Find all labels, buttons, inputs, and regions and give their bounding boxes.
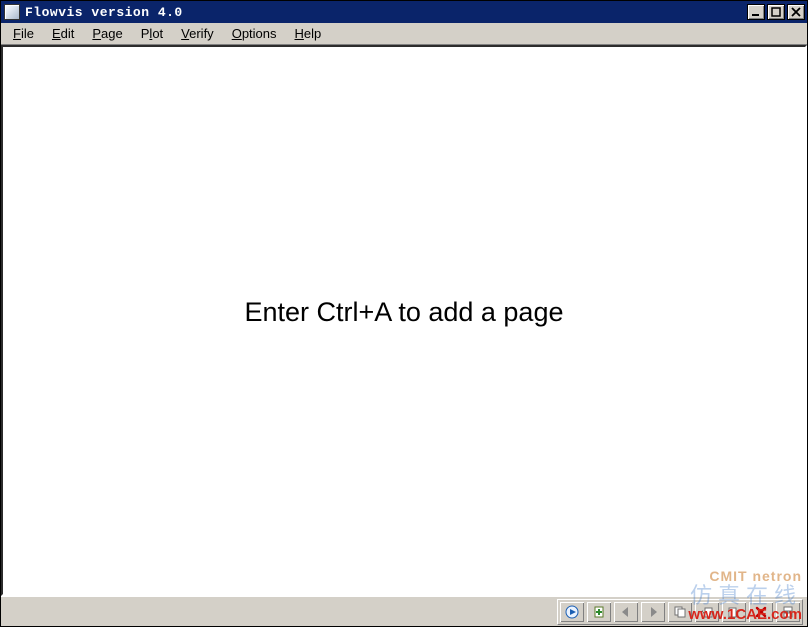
menu-bar: File Edit Page Plot Verify Options Help <box>1 23 807 45</box>
bottom-toolbar <box>557 599 803 625</box>
page-break-button[interactable] <box>775 601 801 623</box>
window-title: Flowvis version 4.0 <box>25 5 183 20</box>
content-area: Enter Ctrl+A to add a page <box>1 45 807 596</box>
title-bar: Flowvis version 4.0 <box>1 1 807 23</box>
page-break-icon <box>781 605 795 619</box>
minimize-button[interactable] <box>747 4 765 20</box>
empty-hint: Enter Ctrl+A to add a page <box>245 297 564 328</box>
menu-verify[interactable]: Verify <box>173 24 222 43</box>
forward-button[interactable] <box>640 601 666 623</box>
app-window: Flowvis version 4.0 File Edit Page Plot … <box>0 0 808 627</box>
menu-edit[interactable]: Edit <box>44 24 82 43</box>
add-page-icon <box>592 605 606 619</box>
add-page-button[interactable] <box>586 601 612 623</box>
copy-button[interactable] <box>667 601 693 623</box>
clone-right-button[interactable] <box>721 601 747 623</box>
menu-help[interactable]: Help <box>287 24 330 43</box>
play-button[interactable] <box>559 601 585 623</box>
clone-left-icon <box>700 605 714 619</box>
delete-icon <box>754 605 768 619</box>
maximize-button[interactable] <box>767 4 785 20</box>
close-button[interactable] <box>787 4 805 20</box>
delete-button[interactable] <box>748 601 774 623</box>
status-bar <box>1 596 807 626</box>
play-icon <box>565 605 579 619</box>
clone-right-icon <box>727 605 741 619</box>
clone-left-button[interactable] <box>694 601 720 623</box>
window-controls <box>747 4 807 20</box>
menu-page[interactable]: Page <box>84 24 130 43</box>
forward-icon <box>646 605 660 619</box>
menu-plot[interactable]: Plot <box>133 24 171 43</box>
app-icon <box>4 4 20 20</box>
menu-file[interactable]: File <box>5 24 42 43</box>
back-icon <box>619 605 633 619</box>
copy-icon <box>673 605 687 619</box>
back-button[interactable] <box>613 601 639 623</box>
menu-options[interactable]: Options <box>224 24 285 43</box>
